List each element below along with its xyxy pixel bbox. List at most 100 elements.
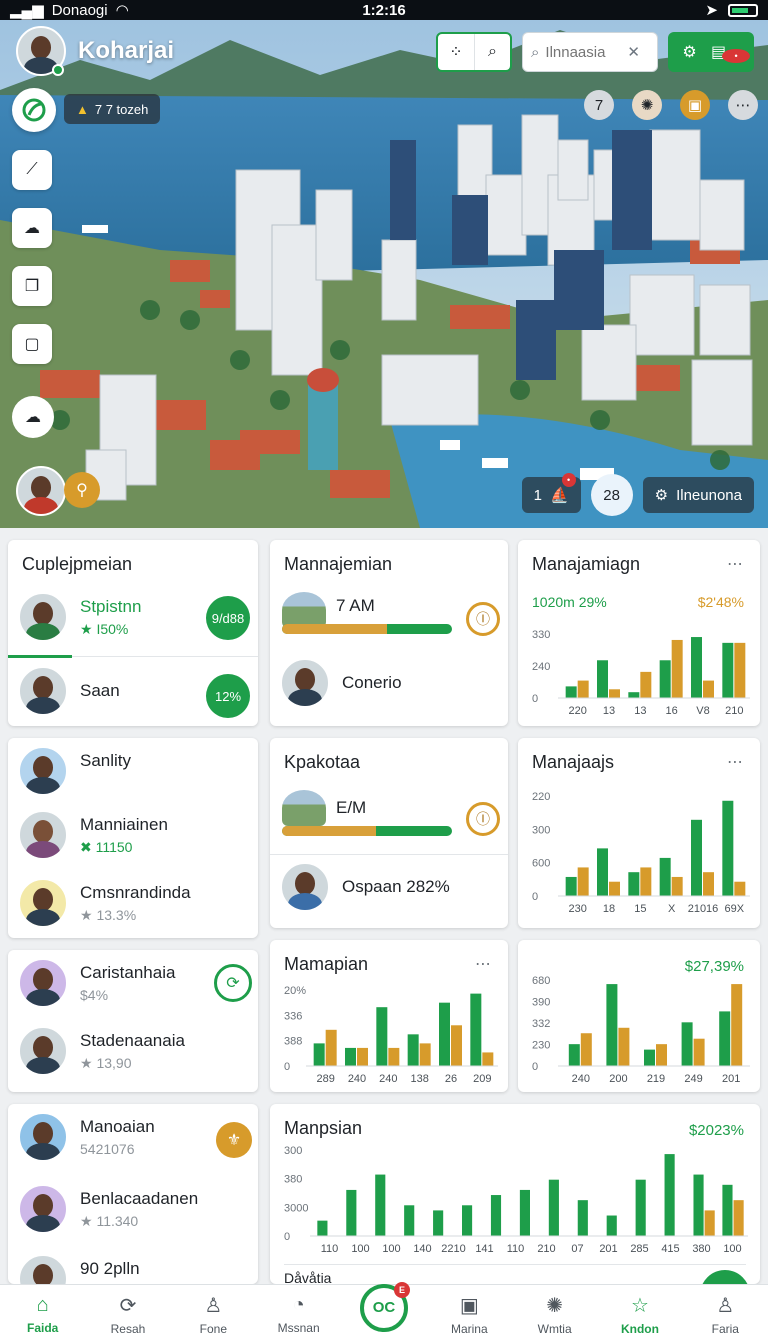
boat-count-chip[interactable]: 1 ⛵ • <box>521 473 581 513</box>
avatar <box>280 862 330 912</box>
settings-button[interactable]: ⚙ <box>668 32 711 72</box>
nav-center[interactable]: OC E <box>341 1281 426 1344</box>
star-icon: ☆ <box>630 1295 649 1317</box>
nav-faria[interactable]: ♙ Faria <box>683 1285 768 1344</box>
bar-chart: 680 390 332 230 0 240 200 219 249 201 <box>532 975 750 1085</box>
alert-chip[interactable]: ▲ 7 7 tozeh <box>64 94 161 124</box>
list-item[interactable]: Benlacaadanen ★ 11.340 <box>18 1184 198 1234</box>
list-item[interactable]: Manniainen ✖ 11150 <box>18 810 168 860</box>
settings-chip-label: Ilneunona <box>676 486 742 504</box>
chart-bar <box>404 1205 415 1236</box>
weather-button[interactable]: ☁ <box>12 396 54 438</box>
x-tick-label: 380 <box>692 1243 710 1255</box>
center-action-button[interactable]: OC E <box>359 1281 410 1332</box>
bottom-navigation: ⌂Faida ⟳Resah ♙Fone ◔Mssnan OC E ▣OCMari… <box>0 1281 768 1344</box>
card-title: Mannajemian <box>284 554 393 574</box>
inbox-button[interactable]: ▤ • <box>711 32 754 72</box>
layers-icon: ❐ <box>24 278 40 295</box>
x-tick-label: 100 <box>382 1243 400 1255</box>
settings-chip[interactable]: ⚙ Ilneunona <box>642 477 754 513</box>
y-tick-label: 230 <box>532 1040 550 1052</box>
item-name: Benlacaadanen <box>80 1188 199 1208</box>
nav-fone[interactable]: ♙ Fone <box>171 1285 256 1344</box>
item-sub: ★ 13,90 <box>80 1054 132 1071</box>
y-tick-label: 0 <box>532 891 538 903</box>
center-action-label: OC <box>372 1299 396 1316</box>
chart-bar <box>733 1200 744 1236</box>
nav-marina[interactable]: ▣OCMarina <box>427 1285 512 1344</box>
nav-home[interactable]: ⌂ Faida <box>0 1285 85 1344</box>
chart-bar <box>439 1002 450 1066</box>
nav-resah[interactable]: ⟳ Resah <box>85 1285 170 1344</box>
y-tick-label: 300 <box>284 1145 302 1157</box>
frame-tool-button[interactable]: ▢ <box>12 324 52 364</box>
info-button[interactable]: Ⓘ <box>466 602 500 636</box>
nav-mssnan[interactable]: ◔ Mssnan <box>256 1285 341 1344</box>
list-item[interactable]: Sanlity <box>18 746 131 796</box>
ruler-tool-button[interactable]: ⟋ <box>12 150 52 190</box>
battery-icon <box>728 3 758 17</box>
boat-icon: ⛵ <box>549 487 569 504</box>
list-item[interactable]: Cmsnrandinda ★ 13.3% <box>18 878 191 928</box>
app-logo-button[interactable] <box>12 88 56 132</box>
bar-chart: 20% 336 388 0 289 240 240 138 26 209 <box>284 985 498 1085</box>
fab-button[interactable] <box>700 1270 750 1284</box>
bar-chart: 300 380 3000 0 110 100 100 140 2210 141 110 210 07 20… <box>284 1145 748 1255</box>
hero-user[interactable]: Koharjai <box>16 26 174 76</box>
sun-icon: ✺ <box>640 97 654 114</box>
x-tick-label: 210 <box>725 705 743 717</box>
clear-icon[interactable]: ✕ <box>627 43 640 61</box>
item-name: Caristanhaia <box>80 963 176 982</box>
sun-button[interactable]: ✺ <box>632 90 662 120</box>
more-button[interactable]: ⋯ <box>728 90 758 120</box>
list-item[interactable]: Conerio <box>280 658 402 708</box>
y-tick-label: 680 <box>532 975 550 987</box>
y-tick-label: 300 <box>532 824 550 836</box>
refresh-button[interactable]: ⟳ <box>214 964 252 1002</box>
map-tools: ⟋ ☁ ❐ ▢ <box>12 150 52 364</box>
x-tick-label: 26 <box>445 1073 457 1085</box>
card-manpsian: Manpsian $2023% 300 380 3000 0 110 100 100 140 2… <box>270 1104 760 1284</box>
refresh-icon: ⟳ <box>119 1295 137 1317</box>
briefcase-button[interactable]: ▣ <box>680 90 710 120</box>
layers-tool-button[interactable]: ❐ <box>12 266 52 306</box>
list-item[interactable]: Caristanhaia $4% <box>18 958 175 1008</box>
count-button[interactable]: 7 <box>584 90 614 120</box>
search-button[interactable]: ⌕ <box>474 34 510 70</box>
chart-bar <box>618 1027 630 1066</box>
list-item[interactable]: Stadenaanaia ★ 13,90 <box>18 1026 185 1076</box>
card-title: Cuplejpmeian <box>22 554 133 574</box>
chart-bar <box>609 689 620 698</box>
x-tick-label: 289 <box>316 1073 334 1085</box>
chart-bar <box>635 1179 646 1236</box>
grid-view-button[interactable]: ⁘ <box>438 34 474 70</box>
chart-bar <box>656 1044 667 1066</box>
badge-button[interactable]: ⚜ <box>216 1122 252 1158</box>
info-button[interactable]: Ⓘ <box>466 802 500 836</box>
info-icon: Ⓘ <box>476 611 490 627</box>
counter-button[interactable]: 28 <box>590 474 633 516</box>
chart-bar <box>407 1034 419 1066</box>
briefcase-icon: ▣ <box>687 97 703 114</box>
hero-bottom-avatar[interactable] <box>16 466 66 516</box>
y-tick-label: 388 <box>284 1036 302 1048</box>
y-tick-label: 20% <box>284 985 306 997</box>
refresh-icon: ⟳ <box>226 975 240 992</box>
nav-wmtia[interactable]: ✺ Wmtia <box>512 1285 597 1344</box>
x-tick-label: 140 <box>413 1243 431 1255</box>
list-item[interactable]: Saan <box>18 666 120 716</box>
chart-bar <box>609 881 620 896</box>
location-pin-button[interactable]: ⚲ <box>64 472 100 508</box>
y-tick-label: 3000 <box>284 1202 308 1214</box>
search-input[interactable] <box>545 43 622 61</box>
list-item[interactable]: Stpistnn ★ I50% <box>18 592 141 642</box>
search-icon: ⌕ <box>488 43 497 60</box>
item-name: Manoaian <box>80 1117 155 1136</box>
list-item[interactable]: 90 2plln <box>18 1254 140 1284</box>
list-item[interactable]: Ospaan 282% <box>280 862 450 912</box>
search-field[interactable]: ⌕ ✕ <box>522 32 658 72</box>
list-item[interactable]: Manoaian 5421076 <box>18 1112 155 1162</box>
nav-kndon[interactable]: ☆ Kndon <box>597 1285 682 1344</box>
x-tick-label: 200 <box>609 1073 627 1085</box>
cloud-tool-button[interactable]: ☁ <box>12 208 52 248</box>
